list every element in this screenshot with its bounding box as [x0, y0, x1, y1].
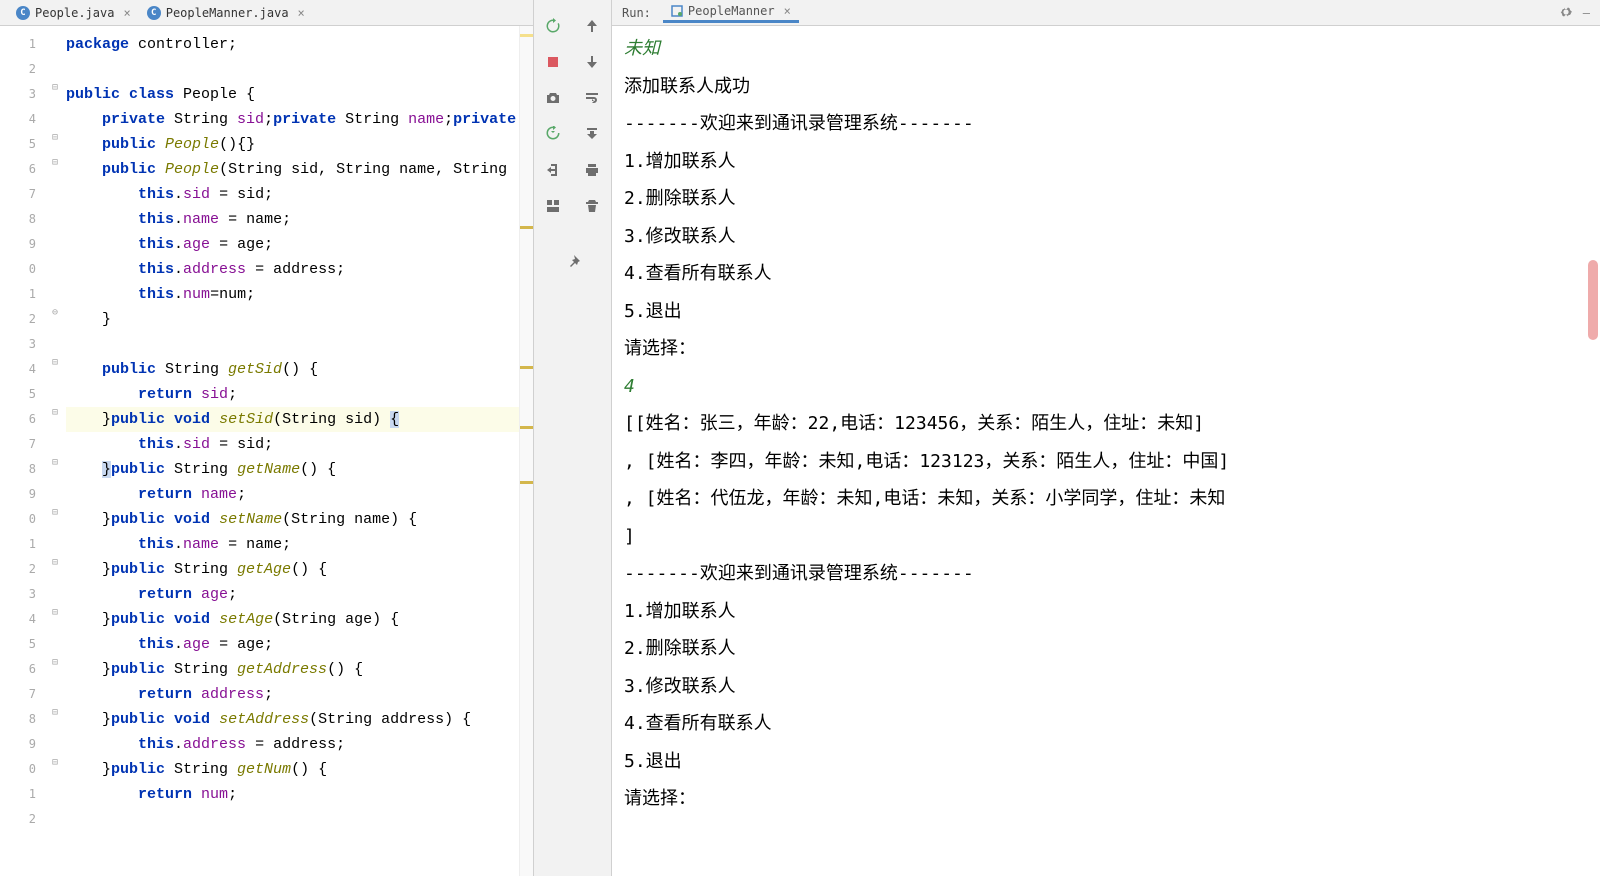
line-gutter: 12345678901234567890123456789012 [0, 26, 52, 876]
scroll-toend-icon[interactable] [573, 116, 612, 152]
wrap-icon[interactable] [573, 80, 612, 116]
camera-icon[interactable] [534, 80, 573, 116]
layout-icon[interactable] [534, 188, 573, 224]
class-icon: C [147, 6, 161, 20]
minimize-icon[interactable]: — [1583, 6, 1590, 20]
run-panel: Run: PeopleManner × — 未知添加联系人成功-------欢迎… [612, 0, 1600, 876]
stop-icon[interactable] [534, 44, 573, 80]
run-config-icon [671, 5, 683, 17]
pin-icon[interactable] [554, 244, 593, 280]
close-icon[interactable]: × [784, 4, 791, 18]
tab-label: People.java [35, 6, 114, 20]
gear-icon[interactable] [1559, 5, 1573, 22]
trash-icon[interactable] [573, 188, 612, 224]
run-tab-label: PeopleManner [688, 4, 775, 18]
class-icon: C [16, 6, 30, 20]
rerun-debug-icon[interactable] [534, 116, 573, 152]
code-text[interactable]: package controller; public class People … [66, 26, 519, 876]
run-label: Run: [622, 6, 651, 20]
run-header: Run: PeopleManner × — [612, 0, 1600, 26]
fold-gutter: ⊟ ⊟ ⊟ ⊖ ⊟ ⊟ ⊟ ⊟ ⊟ ⊟ ⊟ ⊟ ⊟ [52, 26, 66, 876]
tab-peoplemanner-java[interactable]: C PeopleManner.java × [139, 3, 313, 23]
rerun-icon[interactable] [534, 8, 573, 44]
tab-people-java[interactable]: C People.java × [8, 3, 139, 23]
exit-icon[interactable] [534, 152, 573, 188]
run-tab[interactable]: PeopleManner × [663, 2, 799, 23]
run-toolbar [534, 0, 612, 876]
console-output[interactable]: 未知添加联系人成功-------欢迎来到通讯录管理系统-------1.增加联系… [612, 26, 1600, 876]
print-icon[interactable] [573, 152, 612, 188]
up-arrow-icon[interactable] [573, 8, 612, 44]
editor-tabs: C People.java × C PeopleManner.java × [0, 0, 533, 26]
minimap[interactable] [519, 26, 533, 876]
scrollbar-thumb[interactable] [1588, 260, 1598, 340]
tab-label: PeopleManner.java [166, 6, 289, 20]
down-arrow-icon[interactable] [573, 44, 612, 80]
editor-panel: C People.java × C PeopleManner.java × 12… [0, 0, 534, 876]
editor-body[interactable]: 12345678901234567890123456789012 ⊟ ⊟ ⊟ ⊖… [0, 26, 533, 876]
close-icon[interactable]: × [298, 6, 305, 20]
close-icon[interactable]: × [123, 6, 130, 20]
